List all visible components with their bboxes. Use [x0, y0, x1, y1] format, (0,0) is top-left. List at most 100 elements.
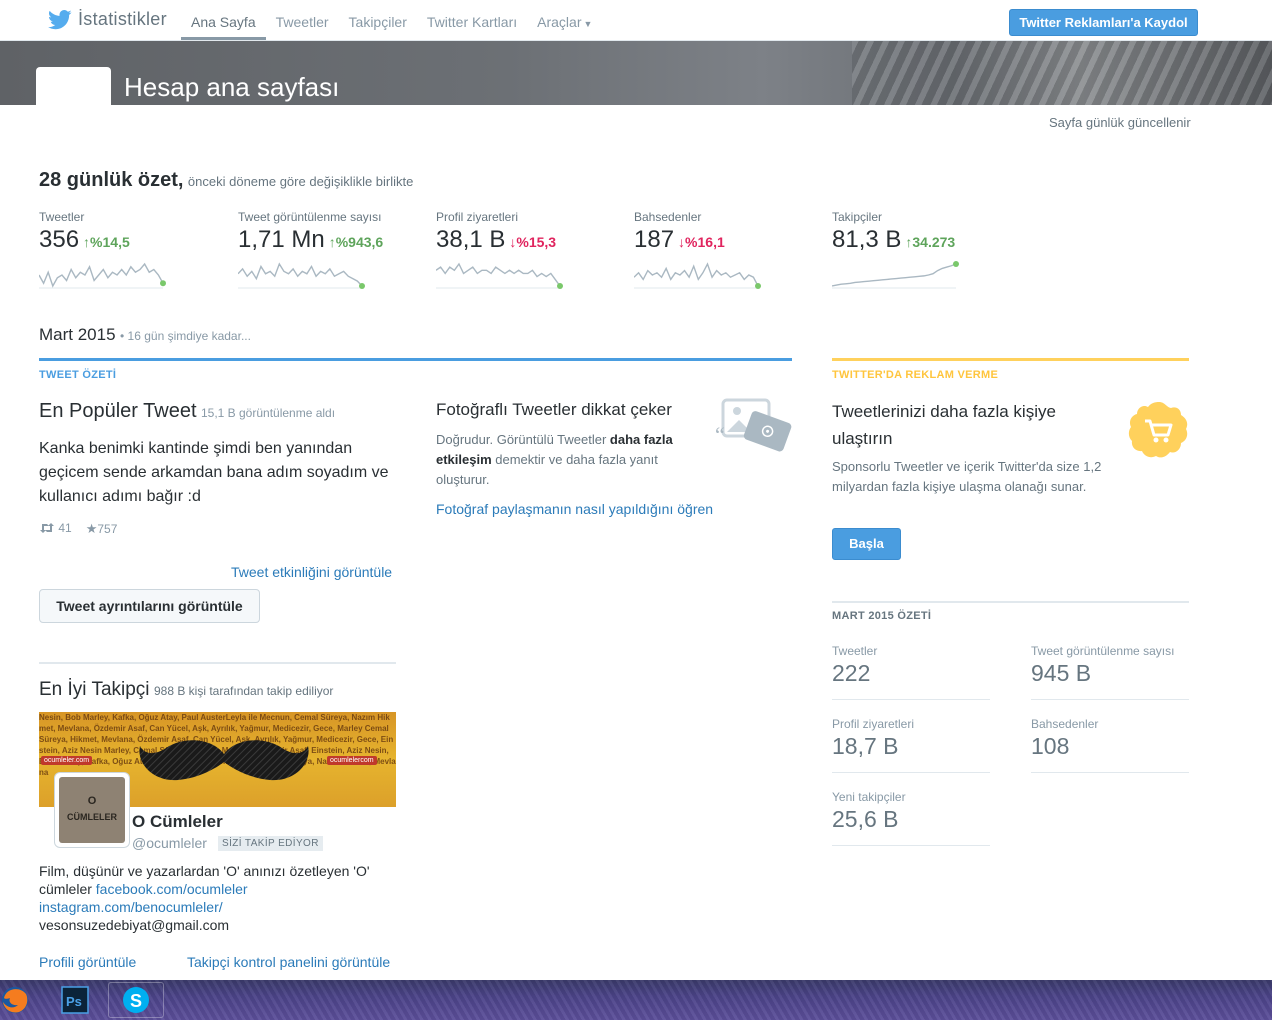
- nav-tabs: Ana Sayfa Tweetler Takipçiler Twitter Ka…: [181, 0, 602, 41]
- tweet-summary-label: TWEET ÖZETİ: [39, 369, 117, 381]
- stat-value: 945 B: [1031, 660, 1092, 686]
- metric-followers[interactable]: Takipçiler 81,3 B ↑34.273: [832, 210, 1022, 289]
- tab-tweets[interactable]: Tweetler: [266, 0, 339, 40]
- tweet-stats: 41 ★757: [39, 521, 117, 537]
- brand[interactable]: İstatistikler: [48, 9, 167, 30]
- metric-impressions[interactable]: Tweet görüntülenme sayısı 1,71 Mn ↑%943,6: [238, 210, 428, 289]
- cover-tag-left: ocumleler.com: [41, 756, 93, 765]
- metric-change: ↓%15,3: [509, 234, 557, 250]
- sparkline-chart: [39, 262, 166, 289]
- twitter-ads-signup-button[interactable]: Twitter Reklamları'a Kaydol: [1009, 9, 1198, 36]
- metric-label: Tweet görüntülenme sayısı: [238, 210, 382, 224]
- top-navigation: İstatistikler Ana Sayfa Tweetler Takipçi…: [0, 0, 1272, 41]
- tab-twitter-cards[interactable]: Twitter Kartları: [417, 0, 527, 40]
- tab-home[interactable]: Ana Sayfa: [181, 0, 266, 40]
- top-tweet-heading: En Popüler Tweet 15,1 B görüntülenme ald…: [39, 400, 335, 423]
- summary-title: 28 günlük özet,: [39, 169, 184, 191]
- metric-profile-visits[interactable]: Profil ziyaretleri 38,1 B ↓%15,3: [436, 210, 626, 289]
- ads-divider: [832, 358, 1189, 361]
- sparkline-endpoint: [755, 283, 761, 289]
- metric-label: Profil ziyaretleri: [436, 210, 519, 224]
- follower-name[interactable]: O Cümleler: [132, 812, 223, 832]
- metric-value: 356: [39, 226, 80, 253]
- top-follower-title: En İyi Takipçi: [39, 679, 150, 700]
- tweet-activity-link[interactable]: Tweet etkinliğini görüntüle: [231, 564, 392, 580]
- photoshop-icon[interactable]: Ps: [58, 984, 92, 1016]
- sparkline-line: [634, 262, 759, 287]
- start-ads-button[interactable]: Başla: [832, 528, 901, 560]
- follows-you-badge: SİZİ TAKİP EDİYOR: [218, 836, 323, 851]
- follower-avatar-image: O CÜMLELER: [59, 777, 125, 843]
- bio-instagram-link[interactable]: instagram.com/benocumleler/: [39, 899, 223, 915]
- account-avatar[interactable]: [36, 67, 111, 105]
- metric-value: 81,3 B: [832, 226, 902, 253]
- follower-bio: Film, düşünür ve yazarlardan 'O' anınızı…: [39, 862, 399, 934]
- tab-followers[interactable]: Takipçiler: [339, 0, 417, 40]
- march-stat-mentions: Bahsedenler 108: [1031, 717, 1189, 773]
- favorite-count: ★757: [86, 521, 118, 537]
- sparkline-line: [238, 262, 363, 287]
- ads-section-label: TWITTER'DA REKLAM VERME: [832, 369, 999, 381]
- top-tweet-title: En Popüler Tweet: [39, 400, 197, 422]
- photo-tip-text-a: Doğrudur. Görüntülü Tweetler: [436, 432, 610, 447]
- metric-change: ↑%943,6: [328, 234, 384, 250]
- retweet-value: 41: [58, 521, 72, 535]
- stat-label: Tweet görüntülenme sayısı: [1031, 644, 1175, 658]
- month-title: Mart 2015: [39, 325, 116, 344]
- tweet-details-button[interactable]: Tweet ayrıntılarını görüntüle: [39, 589, 260, 623]
- summary-heading: 28 günlük özet, önceki döneme göre değiş…: [39, 169, 413, 192]
- sparkline-endpoint: [160, 280, 166, 287]
- tweet-summary-divider: [39, 358, 792, 361]
- brand-title: İstatistikler: [78, 9, 167, 29]
- twitter-bird-icon: [48, 9, 72, 29]
- photo-share-link[interactable]: Fotoğraf paylaşmanın nasıl yapıldığını ö…: [436, 501, 713, 517]
- metric-change-value: 34.273: [912, 234, 956, 250]
- sparkline-chart: [238, 262, 365, 289]
- tab-tools[interactable]: Araçlar ▼: [527, 0, 602, 40]
- page-title: Hesap ana sayfası: [124, 72, 340, 102]
- bio-facebook-link[interactable]: facebook.com/ocumleler: [96, 881, 248, 897]
- metric-value: 187: [634, 226, 675, 253]
- metric-change-value: %16,1: [685, 234, 725, 250]
- top-follower-heading: En İyi Takipçi 988 B kişi tarafından tak…: [39, 679, 333, 701]
- photo-tweet-icon: “: [715, 398, 792, 452]
- sparkline-line: [832, 263, 957, 287]
- avatar-line1: O: [87, 795, 97, 807]
- top-tweet-views: 15,1 B görüntülenme aldı: [200, 406, 336, 420]
- metric-value: 38,1 B: [436, 226, 506, 253]
- metric-value: 1,71 Mn: [238, 226, 325, 253]
- banner-image: [852, 41, 1272, 105]
- os-taskbar: [0, 980, 1272, 1020]
- ps-label: Ps: [66, 994, 82, 1009]
- follower-dashboard-link[interactable]: Takipçi kontrol panelini görüntüle: [187, 954, 390, 970]
- month-heading: Mart 2015 • 16 gün şimdiye kadar...: [39, 325, 251, 345]
- metric-label: Takipçiler: [832, 210, 883, 224]
- march-stat-new-followers: Yeni takipçiler 25,6 B: [832, 790, 990, 846]
- sparkline-line: [436, 262, 561, 287]
- metric-mentions[interactable]: Bahsedenler 187 ↓%16,1: [634, 210, 824, 289]
- stat-value: 108: [1031, 733, 1070, 759]
- firefox-icon[interactable]: [0, 984, 32, 1016]
- stat-label: Yeni takipçiler: [832, 790, 906, 804]
- follower-avatar[interactable]: O CÜMLELER: [55, 773, 129, 847]
- sparkline-chart: [634, 262, 761, 289]
- retweet-icon: [40, 523, 54, 533]
- view-profile-link[interactable]: Profili görüntüle: [39, 954, 136, 970]
- skype-icon[interactable]: S: [119, 984, 153, 1016]
- stat-value: 222: [832, 660, 871, 686]
- sparkline-line: [39, 262, 164, 288]
- march-stat-profile-visits: Profil ziyaretleri 18,7 B: [832, 717, 990, 773]
- sparkline-endpoint: [953, 261, 959, 267]
- stat-label: Bahsedenler: [1031, 717, 1099, 731]
- summary-subtitle: önceki döneme göre değişiklikle birlikte: [187, 174, 414, 189]
- metric-label: Bahsedenler: [634, 210, 702, 224]
- metric-change: ↑%14,5: [83, 234, 130, 250]
- chevron-down-icon: ▼: [583, 19, 593, 29]
- follower-handle[interactable]: @ocumleler: [132, 835, 207, 851]
- metric-change: ↓%16,1: [678, 234, 725, 250]
- sparkline-chart: [832, 261, 959, 289]
- retweet-count: 41: [39, 521, 72, 537]
- metric-change-value: %14,5: [90, 234, 130, 250]
- march-summary-title: MART 2015 ÖZETİ: [832, 610, 932, 622]
- metric-tweets[interactable]: Tweetler 356 ↑%14,5: [39, 210, 229, 289]
